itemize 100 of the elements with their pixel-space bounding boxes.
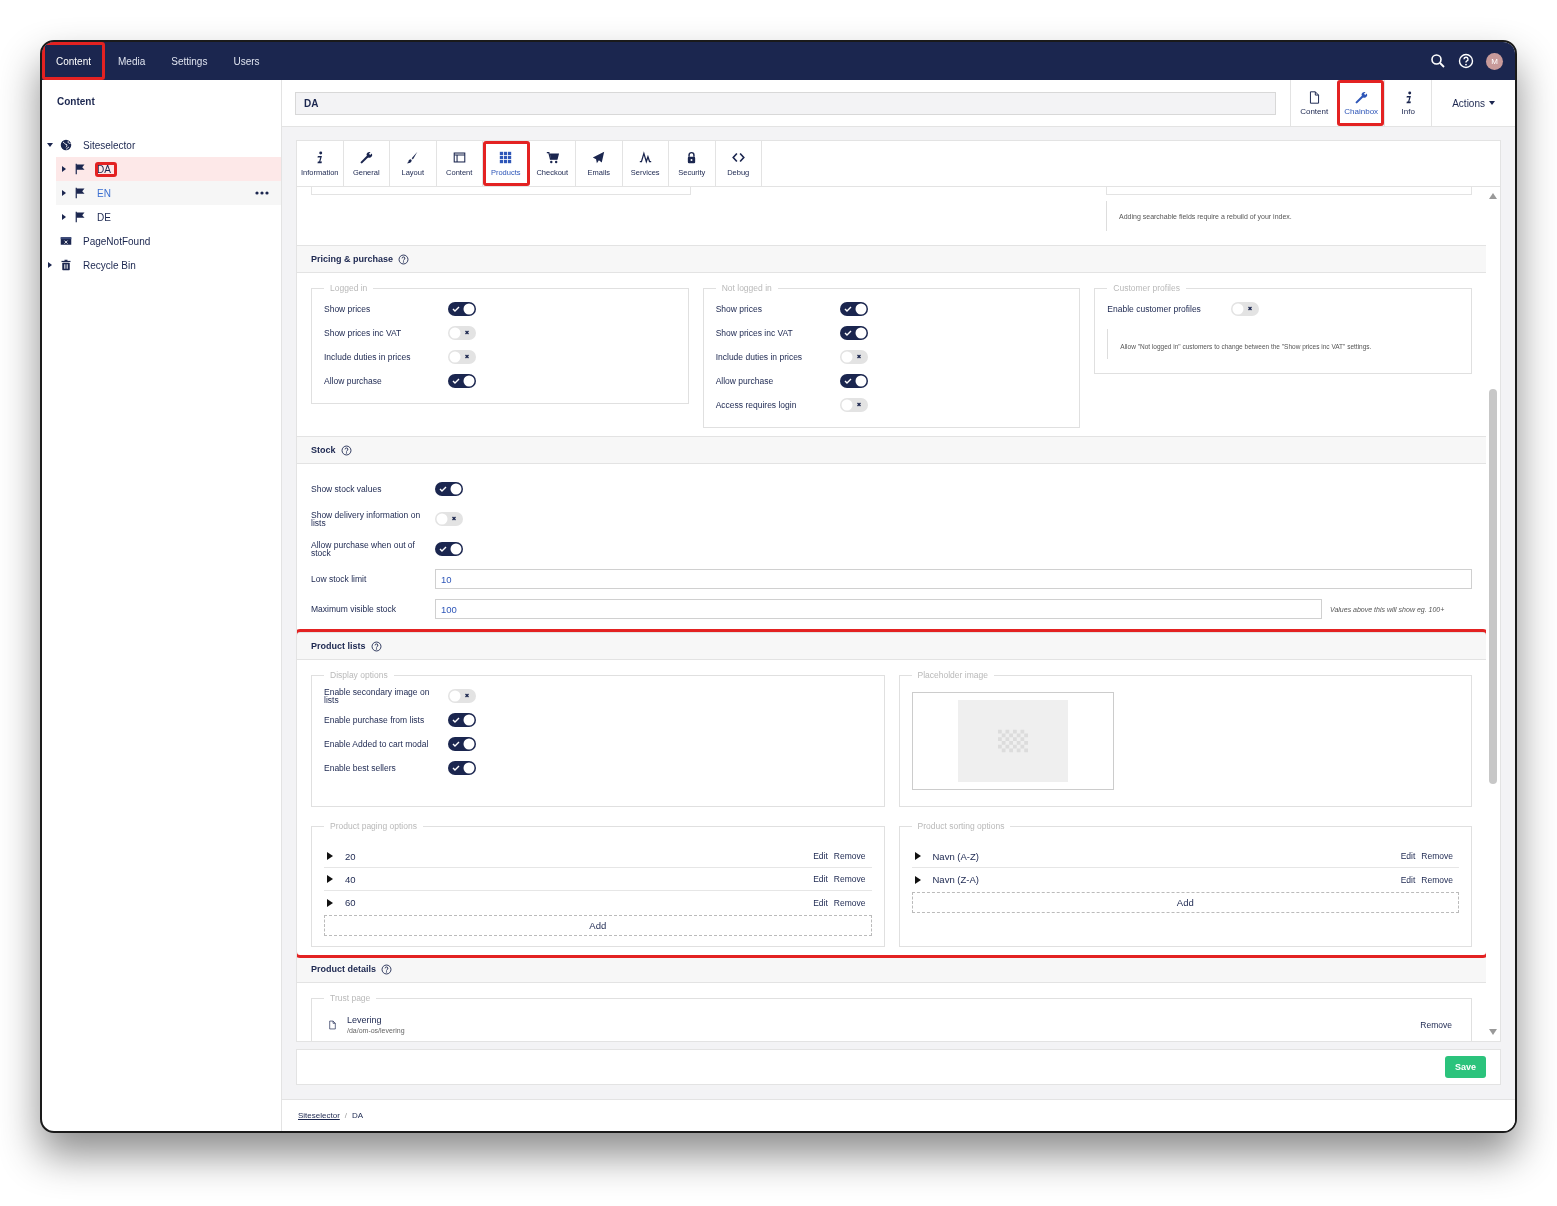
toggle-switch[interactable] [448,350,476,364]
nav-tab[interactable]: Content [42,42,106,80]
tree-item[interactable]: PageNotFound [42,229,281,253]
toggle-switch[interactable] [839,398,868,412]
number-field[interactable]: 100 [435,599,1322,619]
setting-label: Enable secondary image on lists [324,687,431,705]
tree-item-label[interactable]: DE [95,209,117,225]
toggle-switch[interactable] [435,542,463,556]
breadcrumb-link[interactable]: Siteselector [298,1111,340,1120]
toggle-switch[interactable] [435,512,463,526]
list-item-label: 20 [345,850,356,862]
toggle-switch[interactable] [839,350,868,364]
tree-item-label[interactable]: PageNotFound [81,233,157,249]
list-item-label: Navn (Z-A) [932,874,979,885]
setting-label: Enable best sellers [324,763,397,773]
toggle-switch[interactable] [448,689,476,703]
tree-item-label[interactable]: Recycle Bin [81,257,142,273]
setting-label: Enable Added to cart modal [324,739,430,749]
remove-button[interactable]: Remove [830,873,869,885]
setting-label: Show stock values [311,484,383,494]
toggle-switch[interactable] [448,713,476,727]
remove-button[interactable]: Remove [830,896,869,909]
globe-icon [60,139,72,151]
caret-icon [914,852,921,860]
toggle-switch[interactable] [839,374,868,388]
toggle-switch[interactable] [448,374,476,388]
app-tab[interactable]: Chainbox [1337,80,1385,126]
flag-icon [74,163,86,175]
paper-plane-icon [592,150,606,164]
setting-label: Show prices inc VAT [715,328,794,338]
toggle-switch[interactable] [448,761,476,775]
window-icon [60,235,72,247]
edit-button[interactable]: Edit [1397,873,1419,886]
pulse-icon [638,150,652,164]
code-icon [731,150,745,164]
setting-label: Allow purchase [715,376,775,386]
tree-item-label[interactable]: Siteselector [81,137,142,153]
group-legend: Logged in [324,283,374,293]
list-item-label: 40 [345,873,356,885]
tree-item-label[interactable]: EN [95,185,117,201]
setting-label: Enable customer profiles [1107,304,1202,314]
setting-label: Show delivery information on lists [311,510,422,528]
scroll-up-icon [1489,193,1497,199]
tree-item[interactable]: DA [56,157,281,181]
group-legend: Customer profiles [1107,283,1186,293]
setting-label: Maximum visible stock [311,604,398,614]
flag-icon [74,187,86,199]
caret-icon [327,898,333,907]
remove-button[interactable]: Remove [1418,873,1456,886]
list-item-label: Navn (A-Z) [932,850,979,862]
toggle-switch[interactable] [839,302,868,316]
page-name: Levering [347,1015,383,1025]
number-field[interactable]: 10 [435,569,1472,589]
toggle-switch[interactable] [1231,302,1260,316]
edit-button[interactable]: Edit [1397,850,1419,862]
add-button[interactable]: Add [911,892,1459,913]
toggle-switch[interactable] [448,737,476,751]
scroll-down-icon [1489,1029,1497,1035]
edit-button[interactable]: Edit [810,873,831,885]
search-icon [1430,53,1446,69]
add-button[interactable]: Add [324,915,872,936]
nav-tab[interactable]: Media [105,42,159,80]
group-legend: Trust page [324,993,377,1003]
caret-icon [914,875,921,884]
toggle-switch[interactable] [448,326,476,340]
setting-label: Allow purchase when out of stock [311,540,416,558]
toggle-switch[interactable] [448,302,476,316]
group-legend: Placeholder image [911,670,994,680]
nav-tab[interactable]: Users [220,42,273,80]
flag-icon [74,211,86,223]
remove-button[interactable]: Remove [1418,850,1456,862]
tree-item-label[interactable]: DA [95,161,117,177]
tree-item[interactable]: Siteselector [42,133,281,157]
group-legend: Display options [324,670,394,680]
caret-icon [327,852,333,860]
setting-label: Allow purchase [324,376,383,386]
list-item-label: 60 [345,897,356,908]
setting-label: Include duties in prices [324,352,412,362]
remove-button[interactable]: Remove [830,850,869,862]
edit-button[interactable]: Edit [810,850,831,862]
sidebar-title: Content [56,96,96,107]
setting-label: Show prices [324,304,372,314]
section-title: Product details [311,964,376,974]
nav-tab[interactable]: Settings [158,42,221,80]
tree-item[interactable]: DE [56,205,281,229]
toggle-switch[interactable] [435,482,463,496]
breadcrumb-current: DA [352,1111,364,1120]
edit-button[interactable]: Edit [810,896,831,909]
remove-button[interactable]: Remove [1417,1018,1455,1031]
section-title: Pricing & purchase [311,254,394,264]
toggle-switch[interactable] [839,326,868,340]
name-field[interactable]: DA [295,91,1277,115]
document-icon [328,1018,337,1031]
group-legend: Product sorting options [911,821,1011,831]
tree-item[interactable]: Recycle Bin [42,253,281,277]
tree-item[interactable]: EN [56,181,281,205]
caret-icon [327,875,333,883]
group-legend: Product paging options [324,821,423,831]
more-icon [255,191,269,195]
setting-label: Show prices [715,304,763,314]
